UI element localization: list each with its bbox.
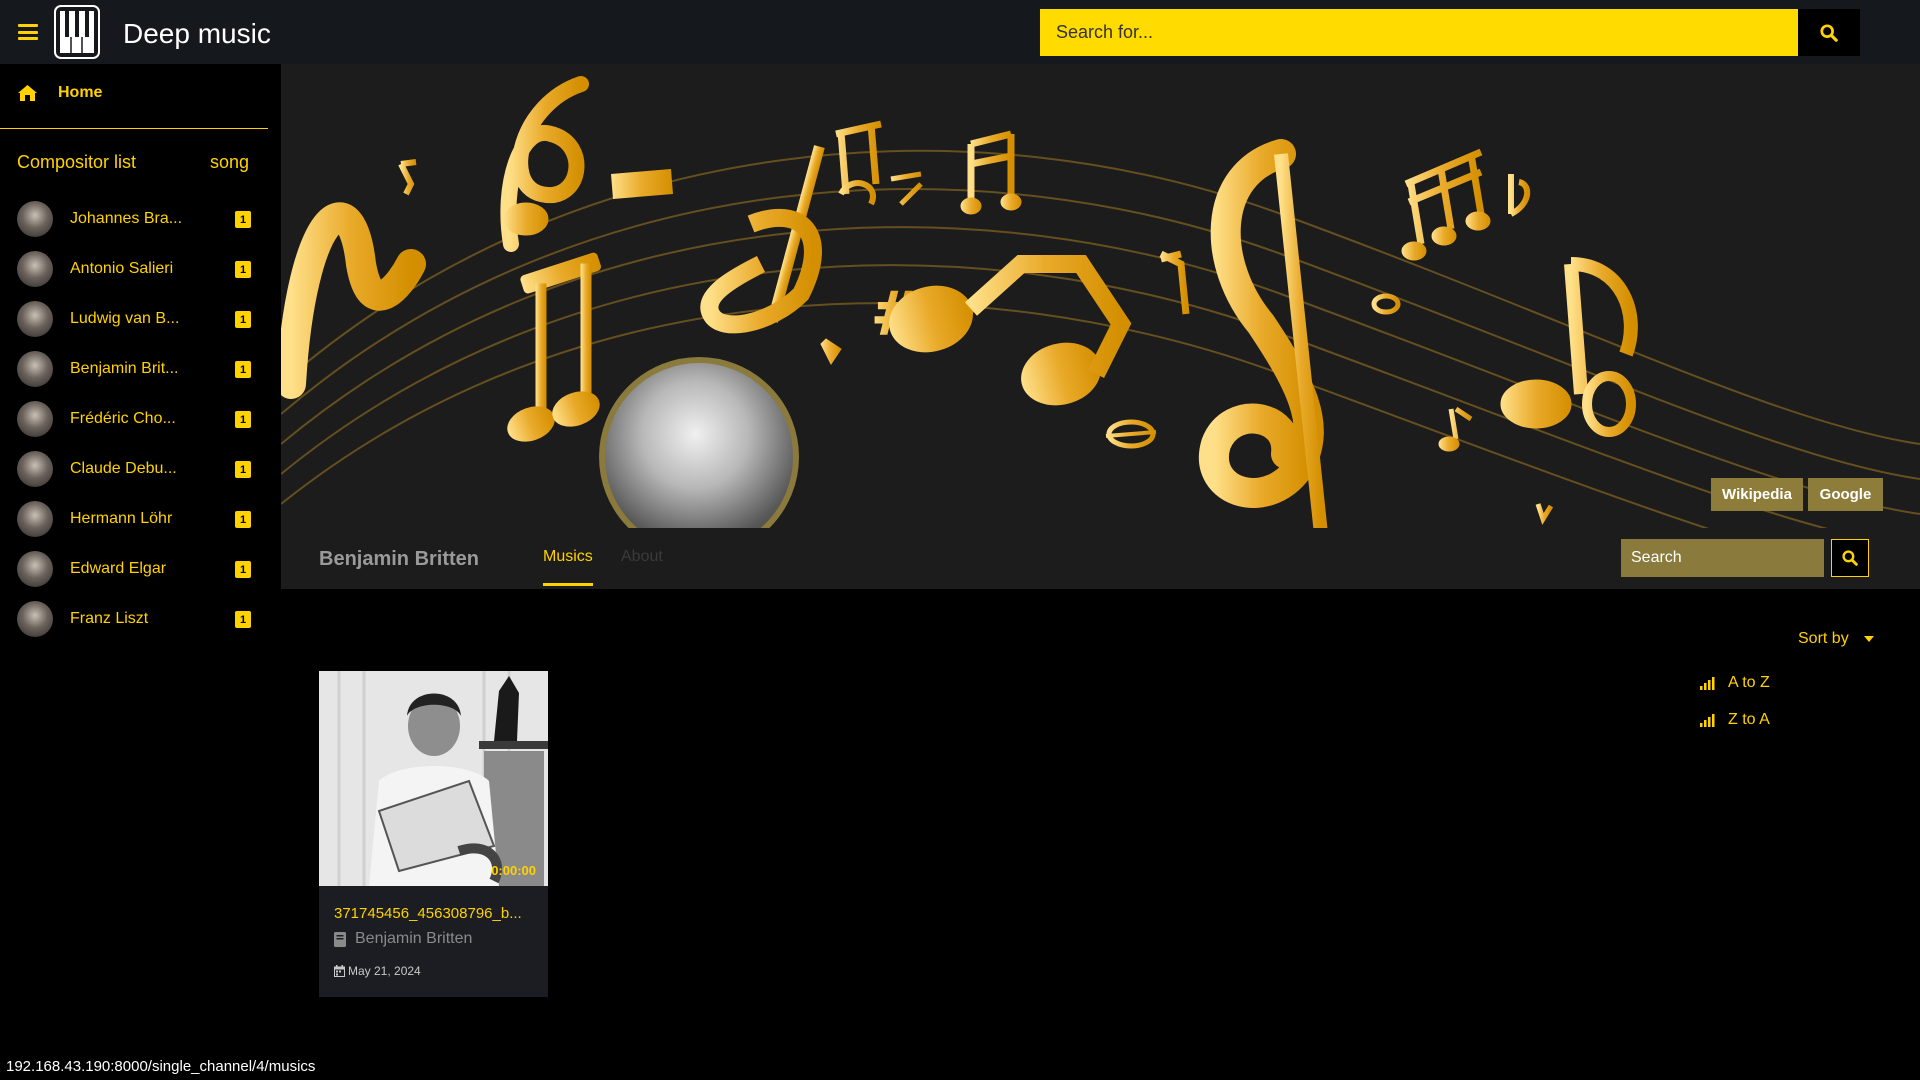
sidebar: Home Compositor list song Johannes Bra..… (0, 64, 280, 1080)
song-count-badge: 1 (235, 411, 251, 428)
music-date: May 21, 2024 (334, 964, 421, 978)
channel-name: Benjamin Britten (319, 548, 480, 570)
sort-by-dropdown[interactable]: Sort by (1798, 630, 1875, 648)
composer-list-title: Compositor list (17, 152, 137, 172)
channel-bar: Benjamin Britten Musics About (281, 528, 1920, 589)
sidebar-item-home[interactable]: Home (17, 84, 102, 102)
song-count-badge: 1 (235, 611, 251, 628)
channel-search-input[interactable] (1621, 539, 1824, 577)
avatar (17, 601, 53, 637)
global-search-input[interactable] (1040, 9, 1798, 56)
composer-name: Johannes Bra... (70, 210, 183, 227)
composer-list-count-label: song (209, 152, 249, 172)
composer-item[interactable]: Ludwig van B... 1 (0, 294, 268, 344)
home-label: Home (58, 84, 103, 101)
composer-name: Claude Debu... (70, 460, 177, 477)
top-bar: Deep music (0, 0, 1920, 64)
avatar (17, 301, 53, 337)
composer-name: Benjamin Brit... (70, 360, 179, 377)
composer-item[interactable]: Frédéric Cho... 1 (0, 394, 268, 444)
music-title[interactable]: 371745456_456308796_b... (334, 905, 539, 922)
signal-bars-icon (1700, 714, 1715, 727)
signal-bars-icon (1700, 677, 1715, 690)
composer-name: Hermann Löhr (70, 510, 173, 527)
avatar (17, 501, 53, 537)
composer-item[interactable]: Johannes Bra... 1 (0, 194, 268, 244)
tab-about[interactable]: About (621, 548, 663, 566)
search-icon (1842, 550, 1858, 566)
book-icon (334, 931, 346, 947)
avatar (17, 251, 53, 287)
composer-item[interactable]: Hermann Löhr 1 (0, 494, 268, 544)
music-author-name: Benjamin Britten (355, 930, 473, 947)
sort-option-a-to-z[interactable]: A to Z (1700, 674, 1770, 692)
song-count-badge: 1 (235, 211, 251, 228)
brand-title[interactable]: Deep music (123, 18, 271, 50)
composer-name: Frédéric Cho... (70, 410, 176, 427)
composer-name: Edward Elgar (70, 560, 167, 577)
status-bar-url: 192.168.43.190:8000/single_channel/4/mus… (0, 1055, 322, 1080)
sort-option-label: A to Z (1728, 674, 1770, 691)
song-count-badge: 1 (235, 561, 251, 578)
duration-label: 0:00:00 (491, 863, 536, 878)
composer-photo (319, 671, 548, 886)
calendar-icon (334, 965, 345, 977)
song-count-badge: 1 (235, 361, 251, 378)
avatar (17, 551, 53, 587)
global-search-button[interactable] (1798, 9, 1860, 56)
composer-item[interactable]: Antonio Salieri 1 (0, 244, 268, 294)
tab-musics[interactable]: Musics (543, 548, 593, 586)
song-count-badge: 1 (235, 261, 251, 278)
google-button[interactable]: Google (1808, 478, 1883, 511)
piano-logo-icon[interactable] (54, 5, 100, 59)
music-thumbnail[interactable]: 0:00:00 (319, 671, 548, 886)
search-icon (1820, 23, 1838, 42)
composer-item[interactable]: Claude Debu... 1 (0, 444, 268, 494)
wikipedia-button[interactable]: Wikipedia (1711, 478, 1803, 511)
song-count-badge: 1 (235, 511, 251, 528)
home-icon (18, 85, 37, 101)
avatar (17, 401, 53, 437)
channel-search-button[interactable] (1831, 539, 1869, 577)
music-author[interactable]: Benjamin Britten (334, 930, 472, 948)
music-card[interactable]: 0:00:00 371745456_456308796_b... Benjami… (319, 671, 548, 997)
sort-option-label: Z to A (1728, 711, 1770, 728)
menu-toggle-icon[interactable] (18, 24, 38, 40)
composer-name: Ludwig van B... (70, 310, 180, 327)
sidebar-divider (0, 128, 268, 129)
avatar (17, 351, 53, 387)
composer-item[interactable]: Benjamin Brit... 1 (0, 344, 268, 394)
channel-banner: # (281, 64, 1920, 528)
sort-by-label: Sort by (1798, 630, 1849, 647)
composer-name: Franz Liszt (70, 610, 149, 627)
song-count-badge: 1 (235, 461, 251, 478)
sort-option-z-to-a[interactable]: Z to A (1700, 711, 1770, 729)
music-date-text: May 21, 2024 (348, 964, 421, 978)
composer-item[interactable]: Franz Liszt 1 (0, 594, 268, 644)
avatar (17, 201, 53, 237)
composer-item[interactable]: Edward Elgar 1 (0, 544, 268, 594)
composer-list: Johannes Bra... 1 Antonio Salieri 1 Ludwig… (0, 194, 268, 644)
composer-name: Antonio Salieri (70, 260, 174, 277)
composer-list-header: Compositor list song (17, 152, 249, 173)
song-count-badge: 1 (235, 311, 251, 328)
music-notes-banner-art: # (281, 76, 1920, 528)
caret-down-icon (1863, 636, 1874, 642)
avatar (17, 451, 53, 487)
